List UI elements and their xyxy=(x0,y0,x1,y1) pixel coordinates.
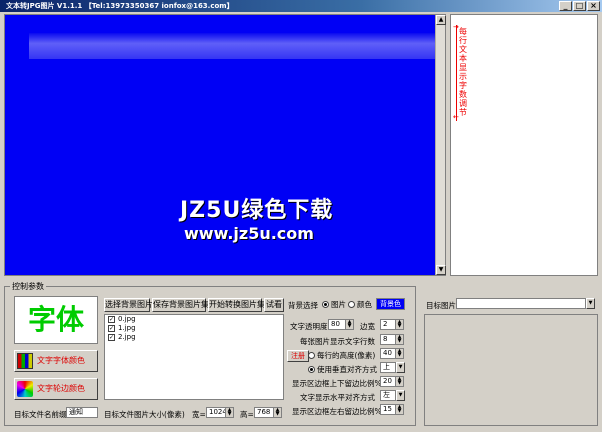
text-opacity-stepper[interactable]: 80 ▲ ▼ xyxy=(328,319,354,330)
chevron-down-icon[interactable]: ▼ xyxy=(396,362,405,373)
margin-tb-stepper[interactable]: 20 ▲ ▼ xyxy=(380,376,404,387)
hint-text: 每行文本显示字数调节 xyxy=(459,27,467,117)
list-item[interactable]: ✓ 1.jpg xyxy=(105,324,283,333)
file-list[interactable]: ✓ 0.jpg ✓ 1.jpg ✓ 2.jpg xyxy=(104,314,284,400)
bg-color-radio[interactable]: 颜色 xyxy=(348,299,372,310)
bg-select-label: 背景选择 xyxy=(288,301,318,310)
radio-icon xyxy=(322,301,329,308)
border-width-label: 边宽 xyxy=(360,322,375,331)
height-label: 高= xyxy=(240,410,254,419)
stepper-arrows-icon[interactable]: ▲ ▼ xyxy=(396,319,404,330)
font-color-label: 文字字体颜色 xyxy=(37,356,85,365)
vertical-align-select[interactable]: 上 ▼ xyxy=(380,362,405,373)
file-prefix-input[interactable]: 通知 xyxy=(66,407,98,418)
stepper-arrows-icon[interactable]: ▲ ▼ xyxy=(396,376,404,387)
stepper-arrows-icon[interactable]: ▲ ▼ xyxy=(274,407,282,418)
select-bg-button[interactable]: 选择背景图片 xyxy=(104,298,153,312)
preview-text-strip xyxy=(29,33,437,59)
radio-icon xyxy=(308,352,315,359)
target-image-panel xyxy=(424,314,598,426)
width-label: 宽= xyxy=(192,410,206,419)
bg-color-button[interactable]: 背景色 xyxy=(376,298,405,310)
scroll-down-icon[interactable]: ▼ xyxy=(436,265,446,275)
color-grid-icon xyxy=(17,353,33,369)
line-height-stepper[interactable]: 40 ▲ ▼ xyxy=(380,348,404,359)
stepper-arrows-icon[interactable]: ▲ ▼ xyxy=(396,404,404,415)
font-color-button[interactable]: 文字字体颜色 xyxy=(14,350,98,372)
horizontal-align-select[interactable]: 左 ▼ xyxy=(380,390,405,401)
text-opacity-label: 文字透明度 xyxy=(290,322,328,331)
control-group-label: 控制参数 xyxy=(10,281,46,292)
watermark-line2: www.jz5u.com xyxy=(184,224,314,243)
bg-color-label: 颜色 xyxy=(357,300,372,309)
stepper-arrows-icon[interactable]: ▲ ▼ xyxy=(346,319,354,330)
radio-icon xyxy=(308,366,315,373)
line-height-radio[interactable]: 每行的高度(像素) xyxy=(308,350,375,361)
window-controls: _ □ × xyxy=(559,1,600,11)
radio-icon xyxy=(348,301,355,308)
arrow-left-icon: ← xyxy=(453,113,459,121)
list-item[interactable]: ✓ 0.jpg xyxy=(105,315,283,324)
title-bar: 文本转JPG图片 V1.1.1 【Tel:13973350367 ionfox@… xyxy=(0,0,602,12)
line-height-label: 每行的高度(像素) xyxy=(317,351,376,360)
vertical-align-radio[interactable]: 使用垂直对齐方式 xyxy=(308,364,377,375)
font-preview[interactable]: 字体 xyxy=(14,296,98,344)
text-panel[interactable]: → 每行文本显示字数调节 ← xyxy=(450,14,598,276)
margin-lr-label: 显示区边框左右留边比例% xyxy=(292,407,382,416)
width-stepper[interactable]: 1024 ▲ ▼ xyxy=(206,407,234,418)
start-convert-button[interactable]: 开始转换图片集 xyxy=(208,298,265,312)
lines-per-image-label: 每张图片显示文字行数 xyxy=(300,337,375,346)
target-image-label: 目标图片 xyxy=(426,301,456,310)
stepper-arrows-icon[interactable]: ▲ ▼ xyxy=(396,334,404,345)
lines-per-image-stepper[interactable]: 8 ▲ ▼ xyxy=(380,334,404,345)
save-bg-set-button[interactable]: 保存背景图片集 xyxy=(152,298,209,312)
size-label: 目标文件图片大小(像素) xyxy=(104,410,185,419)
window-title: 文本转JPG图片 V1.1.1 【Tel:13973350367 ionfox@… xyxy=(6,2,234,10)
stepper-arrows-icon[interactable]: ▲ ▼ xyxy=(226,407,234,418)
width-input[interactable]: 1024 xyxy=(206,407,226,418)
close-button[interactable]: × xyxy=(587,1,600,11)
margin-tb-label: 显示区边框上下留边比例% xyxy=(292,379,382,388)
list-item[interactable]: ✓ 2.jpg xyxy=(105,333,283,342)
watermark: JZ5U绿色下载 www.jz5u.com xyxy=(180,192,440,243)
arrow-right-icon: → xyxy=(453,23,459,31)
try-button[interactable]: 试看 xyxy=(264,298,284,312)
hint-line xyxy=(456,25,457,121)
minimize-button[interactable]: _ xyxy=(559,1,572,11)
chevron-down-icon[interactable]: ▼ xyxy=(396,390,405,401)
checkbox-icon[interactable]: ✓ xyxy=(108,325,115,332)
stepper-arrows-icon[interactable]: ▲ ▼ xyxy=(396,348,404,359)
checkbox-icon[interactable]: ✓ xyxy=(108,334,115,341)
target-image-select[interactable]: ▼ xyxy=(456,298,595,309)
scroll-up-icon[interactable]: ▲ xyxy=(436,15,446,25)
watermark-line1: JZ5U绿色下载 xyxy=(180,198,334,223)
vertical-align-label: 使用垂直对齐方式 xyxy=(317,365,377,374)
border-color-label: 文字轮边颜色 xyxy=(37,384,85,393)
register-button[interactable]: 注册 xyxy=(287,350,309,362)
border-width-stepper[interactable]: 2 ▲ ▼ xyxy=(380,319,404,330)
maximize-button[interactable]: □ xyxy=(573,1,586,11)
margin-lr-stepper[interactable]: 15 ▲ ▼ xyxy=(380,404,404,415)
height-input[interactable]: 768 xyxy=(254,407,274,418)
horizontal-align-label: 文字显示水平对齐方式 xyxy=(300,393,375,402)
border-color-button[interactable]: 文字轮边颜色 xyxy=(14,378,98,400)
chevron-down-icon[interactable]: ▼ xyxy=(586,298,595,309)
palette-icon xyxy=(17,381,33,397)
height-stepper[interactable]: 768 ▲ ▼ xyxy=(254,407,282,418)
checkbox-icon[interactable]: ✓ xyxy=(108,316,115,323)
bg-image-label: 图片 xyxy=(331,300,346,309)
file-prefix-label: 目标文件名前缀 xyxy=(14,410,67,419)
bg-image-radio[interactable]: 图片 xyxy=(322,299,346,310)
